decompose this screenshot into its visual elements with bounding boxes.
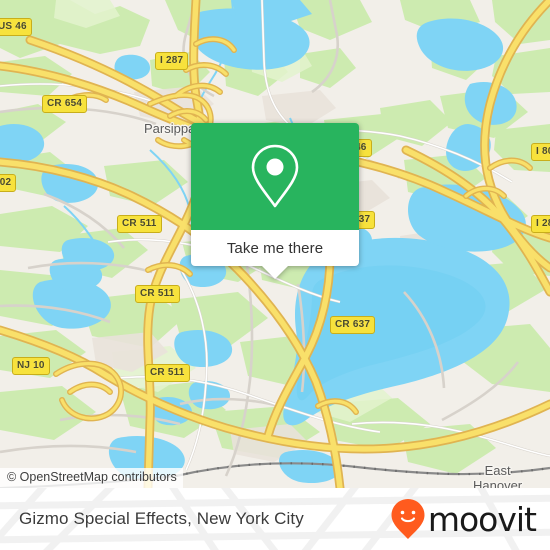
map-canvas[interactable]: US 46 I 287 CR 654 202 CR 511 CR 511 NJ … [0, 0, 550, 488]
road-shield: CR 654 [42, 95, 88, 113]
page-title: Gizmo Special Effects, New York City [19, 509, 304, 528]
popup-tail [262, 266, 288, 279]
map-pin-icon [251, 144, 299, 207]
road-shield: I 80 [531, 143, 550, 161]
footer-bar: Gizmo Special Effects, New York City moo… [0, 488, 550, 550]
place-label-line2: Hanover [473, 478, 523, 488]
road-shield: CR 511 [117, 215, 162, 233]
road-shield: CR 511 [135, 285, 180, 303]
location-popup[interactable]: Take me there [191, 123, 359, 279]
popup-image-area [191, 123, 359, 230]
road-shield: CR 511 [145, 364, 190, 382]
road-shield: CR 637 [330, 316, 376, 334]
moovit-pin-smile-icon [391, 499, 425, 539]
road-shield: I 287 [155, 52, 189, 70]
popup-action-bar[interactable]: Take me there [191, 230, 359, 266]
moovit-wordmark: moovit [427, 499, 537, 539]
map-page: US 46 I 287 CR 654 202 CR 511 CR 511 NJ … [0, 0, 550, 550]
road-shield: NJ 10 [12, 357, 50, 375]
place-label-east-hanover: East Hanover [473, 463, 522, 488]
moovit-brand[interactable]: moovit [391, 499, 537, 539]
road-shield: US 46 [0, 18, 32, 36]
place-label-line1: East [484, 463, 511, 478]
road-shield: 202 [0, 174, 17, 192]
take-me-there-label: Take me there [226, 239, 324, 257]
road-shield: I 287 [531, 215, 550, 233]
osm-attribution[interactable]: © OpenStreetMap contributors [0, 468, 183, 488]
